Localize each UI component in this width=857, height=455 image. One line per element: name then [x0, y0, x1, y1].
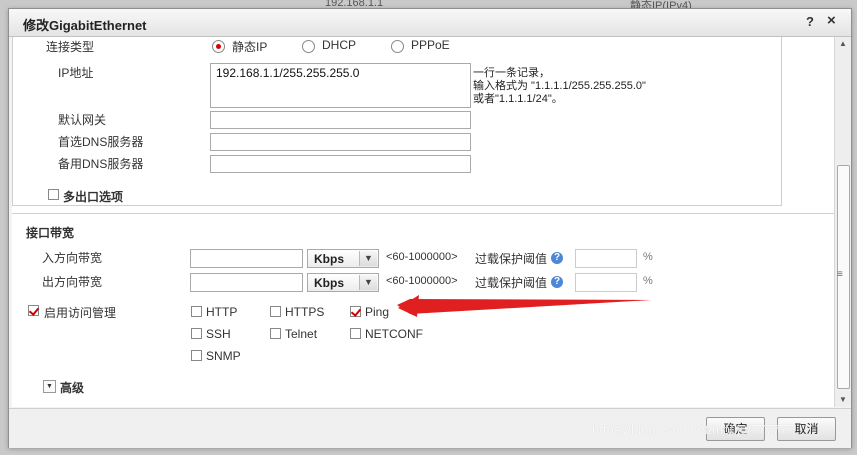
- ip-address-textarea[interactable]: 192.168.1.1/255.255.255.0: [210, 63, 471, 108]
- radio-dhcp-label: DHCP: [322, 38, 357, 52]
- outbound-percent-sign: %: [643, 275, 653, 287]
- bandwidth-section-title: 接口带宽: [26, 226, 75, 240]
- radio-dhcp[interactable]: [302, 40, 315, 53]
- http-checkbox[interactable]: [191, 306, 202, 317]
- snmp-checkbox[interactable]: [191, 350, 202, 361]
- inbound-overload-input[interactable]: [575, 249, 637, 268]
- ssh-label: SSH: [206, 327, 231, 341]
- advanced-label[interactable]: 高级: [60, 379, 84, 396]
- primary-dns-label: 首选DNS服务器: [58, 135, 144, 149]
- inbound-bandwidth-input[interactable]: [190, 249, 303, 268]
- http-label: HTTP: [206, 305, 238, 319]
- connection-type-label: 连接类型: [46, 40, 95, 54]
- outbound-help-icon[interactable]: ?: [551, 276, 563, 288]
- outbound-bandwidth-input[interactable]: [190, 273, 303, 292]
- scrollbar-grip-icon: ≡: [837, 269, 843, 280]
- ip-address-hint: 一行一条记录， 输入格式为 "1.1.1.1/255.255.255.0" 或者…: [473, 67, 646, 105]
- chevron-down-icon: ▼: [359, 275, 377, 290]
- https-label: HTTPS: [285, 305, 325, 319]
- ping-label: Ping: [365, 305, 390, 319]
- snmp-label: SNMP: [206, 349, 241, 363]
- gateway-label: 默认网关: [58, 113, 107, 127]
- watermark-text: https://blog.csdn.net/mo0ju/777777: [592, 422, 795, 437]
- chevron-down-icon: ▼: [359, 251, 377, 266]
- vertical-scrollbar[interactable]: ▲ ≡ ▼: [834, 37, 851, 407]
- ping-checkbox[interactable]: [350, 306, 361, 317]
- inbound-range-hint: <60-1000000>: [386, 251, 458, 263]
- gateway-input[interactable]: [210, 111, 471, 129]
- inbound-unit-value: Kbps: [314, 252, 344, 266]
- secondary-dns-input[interactable]: [210, 155, 471, 173]
- help-button[interactable]: ?: [806, 14, 814, 29]
- radio-pppoe[interactable]: [391, 40, 404, 53]
- telnet-checkbox[interactable]: [270, 328, 281, 339]
- edit-interface-dialog: 修改GigabitEthernet ? × 连接类型 静态IP DHCP PPP…: [8, 8, 852, 448]
- radio-static-ip-label: 静态IP: [232, 40, 268, 54]
- access-mgmt-label: 启用访问管理: [44, 306, 117, 320]
- section-divider: [12, 213, 834, 214]
- multi-exit-checkbox[interactable]: [48, 189, 59, 200]
- advanced-toggle-icon[interactable]: ▼: [43, 380, 56, 393]
- inbound-overload-label: 过载保护阈值: [475, 252, 548, 266]
- outbound-unit-value: Kbps: [314, 276, 344, 290]
- netconf-label: NETCONF: [365, 327, 423, 341]
- outbound-range-hint: <60-1000000>: [386, 275, 458, 287]
- dialog-titlebar: 修改GigabitEthernet ? ×: [9, 9, 851, 37]
- multi-exit-label: 多出口选项: [63, 190, 124, 204]
- outbound-overload-label: 过载保护阈值: [475, 276, 548, 290]
- radio-pppoe-label: PPPoE: [411, 38, 450, 52]
- telnet-label: Telnet: [285, 327, 318, 341]
- inbound-help-icon[interactable]: ?: [551, 252, 563, 264]
- ssh-checkbox[interactable]: [191, 328, 202, 339]
- scroll-up-icon[interactable]: ▲: [835, 37, 851, 51]
- outbound-unit-select[interactable]: Kbps ▼: [307, 273, 379, 292]
- netconf-checkbox[interactable]: [350, 328, 361, 339]
- connection-section: 连接类型 静态IP DHCP PPPoE IP地址 192.168.1.1/25…: [12, 37, 782, 206]
- https-checkbox[interactable]: [270, 306, 281, 317]
- inbound-percent-sign: %: [643, 251, 653, 263]
- inbound-unit-select[interactable]: Kbps ▼: [307, 249, 379, 268]
- primary-dns-input[interactable]: [210, 133, 471, 151]
- dialog-title: 修改GigabitEthernet: [23, 18, 147, 33]
- secondary-dns-label: 备用DNS服务器: [58, 157, 144, 171]
- scroll-down-icon[interactable]: ▼: [835, 393, 851, 407]
- dialog-content: 连接类型 静态IP DHCP PPPoE IP地址 192.168.1.1/25…: [12, 37, 834, 407]
- outbound-bandwidth-label: 出方向带宽: [42, 275, 103, 289]
- inbound-bandwidth-label: 入方向带宽: [42, 251, 103, 265]
- close-button[interactable]: ×: [827, 12, 836, 29]
- outbound-overload-input[interactable]: [575, 273, 637, 292]
- radio-static-ip[interactable]: [212, 40, 225, 53]
- access-mgmt-checkbox[interactable]: [28, 305, 39, 316]
- ip-address-label: IP地址: [58, 66, 94, 80]
